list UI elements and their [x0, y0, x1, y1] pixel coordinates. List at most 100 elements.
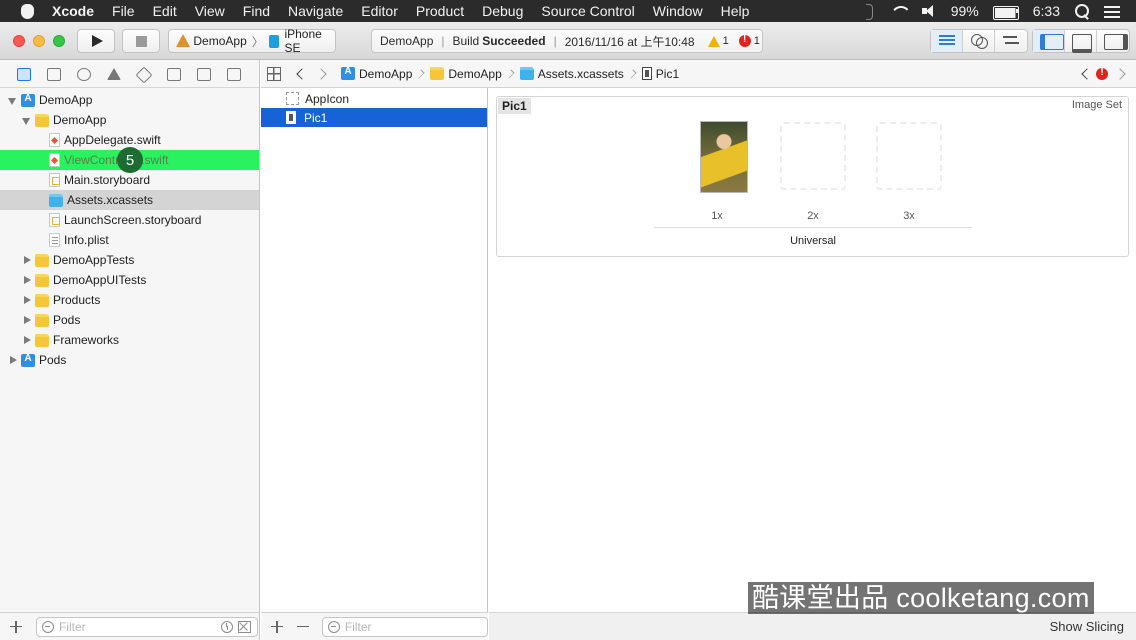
report-navigator-tab-icon[interactable]	[221, 64, 247, 84]
battery-percent: 99%	[950, 3, 979, 19]
disclosure-open-icon[interactable]	[7, 95, 17, 105]
tree-item[interactable]: Products	[0, 290, 259, 310]
scheme-name: DemoApp	[193, 34, 247, 48]
minimize-window-button[interactable]	[33, 35, 45, 47]
menu-source-control[interactable]: Source Control	[541, 3, 634, 19]
bluetooth-icon[interactable]	[861, 4, 877, 20]
pic1-thumbnail[interactable]	[700, 121, 748, 193]
tree-item[interactable]: DemoApp	[0, 110, 259, 130]
disclosure-closed-icon[interactable]	[21, 315, 31, 325]
symbol-navigator-tab-icon[interactable]	[41, 64, 67, 84]
related-items-icon[interactable]	[267, 66, 283, 81]
toggle-debug-area-icon[interactable]	[1065, 30, 1097, 53]
breadcrumb-asset-catalog[interactable]: Assets.xcassets	[519, 66, 624, 81]
breadcrumb-label: Assets.xcassets	[537, 66, 624, 81]
toggle-utilities-icon[interactable]	[1097, 30, 1129, 52]
notification-center-icon[interactable]	[1104, 4, 1120, 18]
tree-item[interactable]: LaunchScreen.storyboard	[0, 210, 259, 230]
warning-icon[interactable]	[707, 35, 720, 47]
breadcrumb-image-set[interactable]: Pic1	[641, 66, 680, 81]
menu-debug[interactable]: Debug	[482, 3, 523, 19]
file-tree: DemoApp DemoApp AppDelegate.swiftViewContr…	[0, 88, 259, 370]
previous-issue-icon[interactable]	[1080, 68, 1090, 80]
version-editor-icon[interactable]	[995, 30, 1027, 52]
zoom-window-button[interactable]	[53, 35, 65, 47]
image-slot-3x[interactable]	[876, 122, 942, 194]
find-navigator-tab-icon[interactable]	[71, 64, 97, 84]
apple-menu-icon[interactable]	[16, 0, 38, 22]
asset-editor: Pic1 Image Set 1x 2x 3x Universal Show S…	[489, 88, 1136, 640]
image-slot-2x[interactable]	[780, 122, 846, 194]
breakpoint-navigator-tab-icon[interactable]	[191, 64, 217, 84]
activity-view[interactable]: DemoApp | Build Succeeded | 2016/11/16 a…	[371, 29, 763, 53]
asset-item-pic1[interactable]: Pic1	[261, 108, 487, 127]
breadcrumb-group[interactable]: DemoApp	[430, 67, 502, 81]
image-slot-1x[interactable]	[690, 121, 756, 194]
tree-item-label: LaunchScreen.storyboard	[64, 213, 202, 227]
volume-icon[interactable]	[921, 4, 937, 18]
asset-filter-input[interactable]	[344, 619, 475, 634]
tree-item[interactable]: ViewController.swift5	[0, 147, 259, 173]
back-chevron-icon[interactable]	[295, 68, 305, 80]
add-file-icon[interactable]	[9, 620, 23, 634]
disclosure-closed-icon[interactable]	[21, 275, 31, 285]
tree-item[interactable]: Info.plist	[0, 230, 259, 250]
filter-icon	[327, 620, 340, 633]
issue-error-icon[interactable]	[1096, 67, 1108, 80]
tree-item[interactable]: Pods	[0, 310, 259, 330]
battery-icon[interactable]	[992, 4, 1019, 20]
remove-asset-icon[interactable]	[296, 620, 310, 634]
navigator-filter-input[interactable]	[59, 619, 179, 634]
tree-item[interactable]: DemoAppUITests	[0, 270, 259, 290]
scheme-selector[interactable]: DemoApp 〉 iPhone SE	[168, 27, 336, 55]
forward-chevron-icon[interactable]	[317, 68, 327, 80]
standard-editor-icon[interactable]	[931, 30, 963, 52]
clock-time[interactable]: 6:33	[1033, 3, 1060, 19]
menu-window[interactable]: Window	[653, 3, 703, 19]
scm-status-filter-icon[interactable]	[238, 620, 251, 633]
asset-item-appicon[interactable]: AppIcon	[261, 89, 487, 108]
add-asset-icon[interactable]	[270, 620, 284, 634]
menu-view[interactable]: View	[195, 3, 225, 19]
menu-app-name[interactable]: Xcode	[52, 3, 94, 19]
disclosure-open-icon[interactable]	[21, 115, 31, 125]
toggle-navigator-icon[interactable]	[1033, 30, 1065, 52]
menu-editor[interactable]: Editor	[361, 3, 398, 19]
menu-help[interactable]: Help	[721, 3, 750, 19]
breadcrumb-label: Pic1	[655, 66, 680, 81]
test-navigator-tab-icon[interactable]	[131, 64, 157, 84]
tree-item[interactable]: Assets.xcassets	[0, 190, 259, 210]
close-window-button[interactable]	[13, 35, 25, 47]
image-set-name[interactable]: Pic1	[498, 98, 531, 114]
tree-item[interactable]: DemoApp	[0, 90, 259, 110]
menu-find[interactable]: Find	[243, 3, 270, 19]
disclosure-closed-icon[interactable]	[7, 355, 17, 365]
tree-item[interactable]: Main.storyboard	[0, 170, 259, 190]
show-slicing-button[interactable]: Show Slicing	[1050, 619, 1124, 634]
stop-button[interactable]	[122, 29, 160, 53]
recent-files-filter-icon[interactable]	[221, 620, 233, 633]
menu-edit[interactable]: Edit	[153, 3, 177, 19]
asset-catalog-list: AppIcon Pic1	[261, 88, 488, 640]
run-button[interactable]	[77, 29, 115, 53]
menu-navigate[interactable]: Navigate	[288, 3, 343, 19]
menu-file[interactable]: File	[112, 3, 135, 19]
debug-navigator-tab-icon[interactable]	[161, 64, 187, 84]
swift-file-icon	[49, 133, 60, 147]
tree-item[interactable]: Frameworks	[0, 330, 259, 350]
spotlight-icon[interactable]	[1074, 4, 1090, 18]
next-issue-icon[interactable]	[1116, 68, 1126, 80]
tree-item[interactable]: Pods	[0, 350, 259, 370]
disclosure-closed-icon[interactable]	[21, 335, 31, 345]
issue-navigator-tab-icon[interactable]	[101, 64, 127, 84]
error-icon[interactable]	[738, 34, 751, 47]
disclosure-closed-icon[interactable]	[21, 295, 31, 305]
wifi-icon[interactable]	[891, 4, 907, 18]
breadcrumb-project[interactable]: DemoApp	[341, 66, 412, 81]
menu-product[interactable]: Product	[416, 3, 464, 19]
tree-item[interactable]: DemoAppTests	[0, 250, 259, 270]
assistant-editor-icon[interactable]	[963, 30, 995, 52]
project-navigator-tab-icon[interactable]	[11, 64, 37, 84]
disclosure-closed-icon[interactable]	[21, 255, 31, 265]
